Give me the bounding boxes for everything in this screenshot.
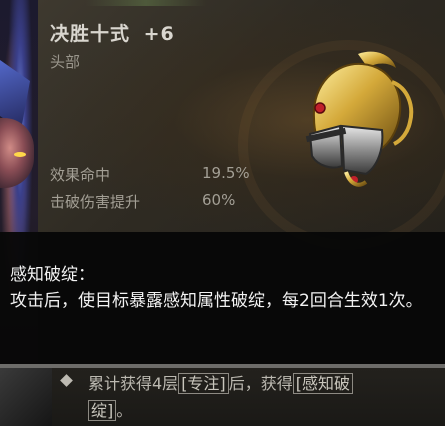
item-title: 决胜十式 +6 xyxy=(50,19,175,46)
tag-focus[interactable]: [专注] xyxy=(178,373,229,394)
golden-helmet-icon xyxy=(305,51,414,187)
stat-name: 击破伤害提升 xyxy=(50,193,141,211)
related-text-after: 。 xyxy=(116,401,133,420)
stat-value: 19.5% xyxy=(202,164,250,182)
bottom-left-art xyxy=(0,368,52,426)
skill-description: 攻击后，使目标暴露感知属性破绽，每2回合生效1次。 xyxy=(10,291,423,311)
related-text-middle: 后，获得 xyxy=(228,374,293,393)
item-slot: 头部 xyxy=(50,53,81,71)
item-level: +6 xyxy=(143,23,175,45)
tag-perceive-flaw-cont[interactable]: 绽] xyxy=(88,400,117,421)
stat-value: 60% xyxy=(202,191,236,209)
portrait-eye xyxy=(14,152,26,157)
stat-name: 效果命中 xyxy=(50,166,111,184)
skill-title: 感知破绽： xyxy=(10,265,95,285)
card-top-strip xyxy=(86,0,206,6)
related-effect-text: 累计获得4层 [专注] 后，获得 [感知破绽]。 xyxy=(88,370,438,424)
item-name: 决胜十式 xyxy=(50,23,131,45)
tag-perceive-flaw[interactable]: [感知破 xyxy=(292,373,353,394)
related-text-before: 累计获得4层 xyxy=(88,374,179,393)
